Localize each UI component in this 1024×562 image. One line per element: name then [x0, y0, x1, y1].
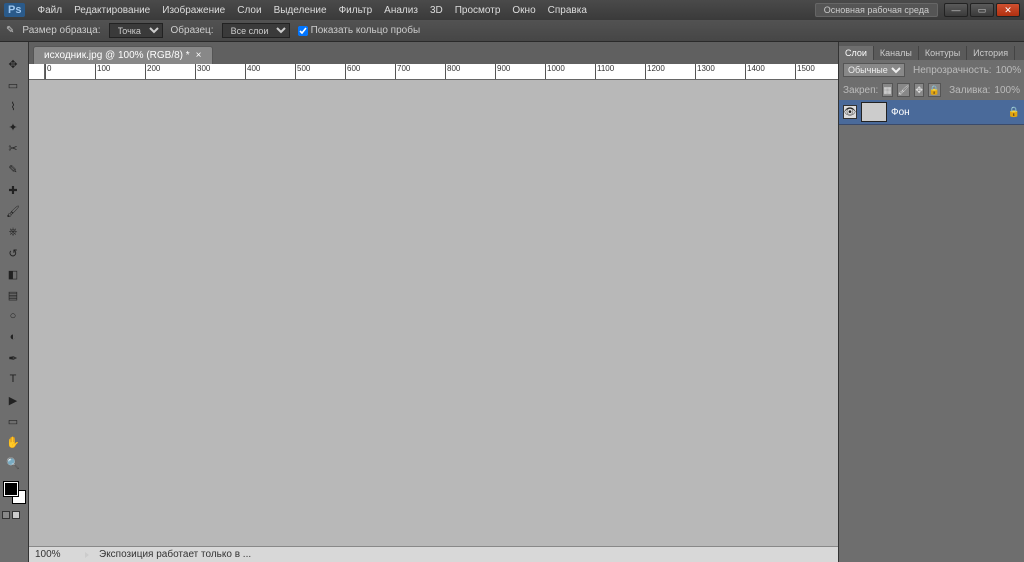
horizontal-ruler[interactable]: 0100200300400500600700800900100011001200…	[45, 64, 838, 80]
magic-wand-tool[interactable]: ✦	[2, 117, 24, 137]
blend-mode-dropdown[interactable]: Обычные	[843, 63, 905, 77]
layer-thumbnail[interactable]	[861, 102, 887, 122]
layers-list: 👁 Фон 🔒	[839, 100, 1024, 562]
document-area: исходник.jpg @ 100% (RGB/8) * × 01002003…	[29, 42, 838, 562]
eyedropper-tool[interactable]: ✎	[2, 159, 24, 179]
layers-blend-row: Обычные Непрозрачность: 100%	[839, 60, 1024, 80]
pen-tool[interactable]: ✒	[2, 348, 24, 368]
panel-tab-paths[interactable]: Контуры	[919, 46, 967, 60]
document-tab-bar: исходник.jpg @ 100% (RGB/8) * ×	[29, 42, 838, 64]
sample-size-dropdown[interactable]: Точка	[109, 23, 163, 38]
shape-tool[interactable]: ▭	[2, 411, 24, 431]
menu-filter[interactable]: Фильтр	[333, 5, 379, 16]
crop-tool[interactable]: ✂	[2, 138, 24, 158]
fill-value[interactable]: 100%	[994, 85, 1020, 96]
window-minimize-button[interactable]: —	[944, 3, 968, 17]
color-swatches[interactable]	[2, 480, 26, 506]
menu-analysis[interactable]: Анализ	[378, 5, 424, 16]
zoom-tool[interactable]: 🔍	[2, 453, 24, 473]
status-arrow-icon[interactable]	[85, 552, 89, 558]
document-tab[interactable]: исходник.jpg @ 100% (RGB/8) * ×	[33, 46, 213, 64]
brush-tool[interactable]: 🖌	[2, 201, 24, 221]
gradient-tool[interactable]: ▤	[2, 285, 24, 305]
healing-brush-tool[interactable]: ✚	[2, 180, 24, 200]
move-tool[interactable]: ✥	[2, 54, 24, 74]
type-tool[interactable]: T	[2, 369, 24, 389]
foreground-color-swatch[interactable]	[4, 482, 18, 496]
menu-view[interactable]: Просмотр	[449, 5, 507, 16]
hand-tool[interactable]: ✋	[2, 432, 24, 452]
menu-window[interactable]: Окно	[506, 5, 541, 16]
eraser-tool[interactable]: ◧	[2, 264, 24, 284]
lock-position-icon[interactable]: ✥	[914, 83, 924, 97]
layer-name[interactable]: Фон	[891, 107, 910, 118]
document-tab-title: исходник.jpg @ 100% (RGB/8) *	[44, 50, 190, 61]
panel-tab-layers[interactable]: Слои	[839, 46, 874, 60]
options-bar: ✎ Размер образца: Точка Образец: Все сло…	[0, 20, 1024, 42]
window-controls: — ▭ ✕	[944, 3, 1020, 17]
show-ring-check-input[interactable]	[298, 26, 308, 36]
menu-help[interactable]: Справка	[542, 5, 593, 16]
show-ring-label: Показать кольцо пробы	[311, 25, 421, 36]
show-ring-checkbox[interactable]: Показать кольцо пробы	[298, 25, 421, 36]
menu-layers[interactable]: Слои	[231, 5, 267, 16]
toolbox: ✥ ▭ ⌇ ✦ ✂ ✎ ✚ 🖌 ⎈ ↺ ◧ ▤ ○ ◐ ✒ T ▶ ▭ ✋ 🔍	[0, 42, 29, 562]
window-close-button[interactable]: ✕	[996, 3, 1020, 17]
marquee-tool[interactable]: ▭	[2, 75, 24, 95]
panel-tab-channels[interactable]: Каналы	[874, 46, 919, 60]
lock-transparent-icon[interactable]: ▦	[882, 83, 893, 97]
window-maximize-button[interactable]: ▭	[970, 3, 994, 17]
clone-stamp-tool[interactable]: ⎈	[2, 222, 24, 242]
quick-mask-toggle[interactable]	[2, 511, 26, 519]
history-brush-tool[interactable]: ↺	[2, 243, 24, 263]
menu-edit[interactable]: Редактирование	[68, 5, 156, 16]
lasso-tool[interactable]: ⌇	[2, 96, 24, 116]
sample-dropdown[interactable]: Все слои	[222, 23, 290, 38]
layer-row-background[interactable]: 👁 Фон 🔒	[839, 100, 1024, 125]
sample-label: Образец:	[171, 25, 214, 36]
menu-bar: Ps Файл Редактирование Изображение Слои …	[0, 0, 1024, 20]
menu-image[interactable]: Изображение	[156, 5, 231, 16]
opacity-label: Непрозрачность:	[913, 65, 992, 76]
fill-label: Заливка:	[949, 85, 990, 96]
eyedropper-tool-icon: ✎	[6, 25, 14, 36]
status-info: Экспозиция работает только в ...	[99, 549, 251, 560]
menu-file[interactable]: Файл	[31, 5, 68, 16]
zoom-level[interactable]: 100%	[35, 549, 75, 560]
sample-size-label: Размер образца:	[22, 25, 100, 36]
blur-tool[interactable]: ○	[2, 306, 24, 326]
lock-pixels-icon[interactable]: 🖌	[897, 83, 910, 97]
document-tab-close-icon[interactable]: ×	[196, 50, 202, 61]
right-panels: Слои Каналы Контуры История Обычные Непр…	[838, 42, 1024, 562]
layer-lock-icon: 🔒	[1008, 107, 1020, 118]
dodge-tool[interactable]: ◐	[2, 327, 24, 347]
path-select-tool[interactable]: ▶	[2, 390, 24, 410]
opacity-value[interactable]: 100%	[996, 65, 1022, 76]
layers-lock-row: Закреп: ▦ 🖌 ✥ 🔒 Заливка: 100%	[839, 80, 1024, 100]
menu-select[interactable]: Выделение	[268, 5, 333, 16]
panel-tab-history[interactable]: История	[967, 46, 1015, 60]
status-bar: 100% Экспозиция работает только в ...	[29, 546, 838, 562]
layer-visibility-icon[interactable]: 👁	[843, 105, 857, 119]
panel-tabs: Слои Каналы Контуры История	[839, 42, 1024, 60]
menu-3d[interactable]: 3D	[424, 5, 449, 16]
workspace-switcher[interactable]: Основная рабочая среда	[815, 3, 938, 17]
lock-label: Закреп:	[843, 85, 878, 96]
lock-all-icon[interactable]: 🔒	[928, 83, 941, 97]
ruler-origin[interactable]	[29, 64, 45, 80]
app-logo: Ps	[4, 3, 25, 17]
